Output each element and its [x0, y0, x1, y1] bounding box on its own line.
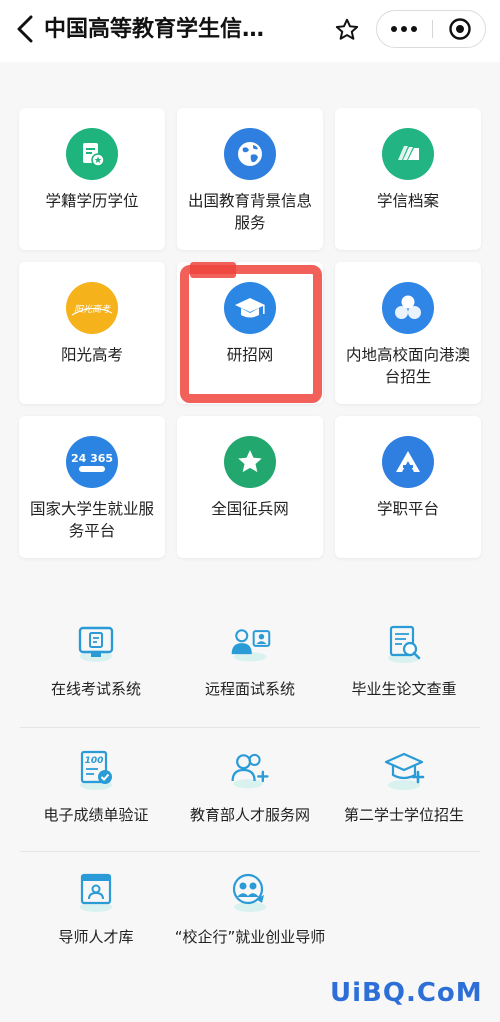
capsule-divider [432, 20, 433, 38]
miniprogram-capsule [376, 10, 486, 48]
row-divider [20, 851, 480, 852]
target-circle-icon [449, 18, 471, 40]
site-watermark: UiBQ.CoM [330, 978, 483, 1008]
more-button[interactable] [377, 11, 431, 47]
circles-cluster-icon [382, 282, 434, 334]
tool-label: 电子成绩单验证 [43, 806, 149, 824]
online-exam-icon [74, 622, 118, 666]
document-badge-icon [66, 128, 118, 180]
service-label: 学籍学历学位 [45, 192, 139, 210]
nav-bar: 中国高等教育学生信… [0, 0, 500, 62]
back-button[interactable] [12, 14, 38, 44]
chevron-left-icon [17, 15, 33, 43]
service-card-overseas-education[interactable]: 出国教育背景信息服务 [177, 108, 323, 250]
red-highlight-annotation [180, 265, 322, 403]
service-card-hk-macau-taiwan[interactable]: 内地高校面向港澳台招生 [335, 262, 481, 404]
tool-label: 毕业生论文查重 [351, 680, 457, 698]
tool-label: 第二学士学位招生 [343, 806, 464, 824]
service-card-academic-records[interactable]: 学籍学历学位 [19, 108, 165, 250]
star-outline-icon [335, 18, 359, 40]
service-card-military-recruitment[interactable]: 全国征兵网 [177, 416, 323, 558]
tool-label: “校企行”就业创业导师 [174, 928, 326, 946]
tool-career-mentor[interactable]: “校企行”就业创业导师 [170, 870, 330, 980]
tool-remote-interview[interactable]: 远程面试系统 [170, 622, 330, 712]
logo-text: 24 365 [71, 452, 113, 465]
service-card-employment-platform[interactable]: 24 365 国家大学生就业服务平台 [19, 416, 165, 558]
row-divider [20, 727, 480, 728]
service-label: 出国教育背景信息服务 [187, 192, 312, 232]
tool-online-exam[interactable]: 在线考试系统 [16, 622, 176, 712]
remote-interview-icon [228, 622, 272, 666]
service-label: 全国征兵网 [211, 500, 289, 518]
tool-label: 远程面试系统 [204, 680, 295, 698]
24365-logo: 24 365 [66, 436, 118, 488]
service-card-sunshine-gaokao[interactable]: 阳光高考 阳光高考 [19, 262, 165, 404]
more-dots-icon [391, 26, 417, 32]
tool-thesis-check[interactable]: 毕业生论文查重 [324, 622, 484, 712]
service-label: 学职平台 [376, 500, 439, 518]
career-mentor-icon [228, 870, 272, 914]
logo-text: 阳光高考 [74, 304, 111, 315]
folder-stack-icon [382, 128, 434, 180]
mentor-database-icon [74, 870, 118, 914]
service-card-student-archive[interactable]: 学信档案 [335, 108, 481, 250]
talent-service-icon [228, 748, 272, 792]
close-miniprogram-button[interactable] [434, 11, 486, 47]
tool-mentor-database[interactable]: 导师人才库 [16, 870, 176, 980]
red-highlight-stroke [190, 262, 236, 278]
sunshine-gaokao-logo: 阳光高考 [66, 282, 118, 334]
service-label: 阳光高考 [60, 346, 123, 364]
tool-label: 导师人才库 [58, 928, 134, 946]
favorite-button[interactable] [330, 13, 364, 47]
letter-a-icon [382, 436, 434, 488]
tool-transcript-verify[interactable]: 100 电子成绩单验证 [16, 748, 176, 838]
second-degree-icon [382, 748, 426, 792]
star-icon [224, 436, 276, 488]
tool-second-degree[interactable]: 第二学士学位招生 [324, 748, 484, 838]
tool-label: 教育部人才服务网 [189, 806, 310, 824]
svg-text:100: 100 [85, 756, 104, 766]
tool-label: 在线考试系统 [50, 680, 141, 698]
service-label: 内地高校面向港澳台招生 [345, 346, 470, 386]
thesis-check-icon [382, 622, 426, 666]
globe-icon [224, 128, 276, 180]
service-label: 国家大学生就业服务平台 [29, 500, 154, 540]
transcript-verify-icon: 100 [74, 748, 118, 792]
service-label: 学信档案 [376, 192, 439, 210]
page-title: 中国高等教育学生信… [44, 17, 265, 42]
tool-talent-service[interactable]: 教育部人才服务网 [170, 748, 330, 838]
service-card-career-platform[interactable]: 学职平台 [335, 416, 481, 558]
